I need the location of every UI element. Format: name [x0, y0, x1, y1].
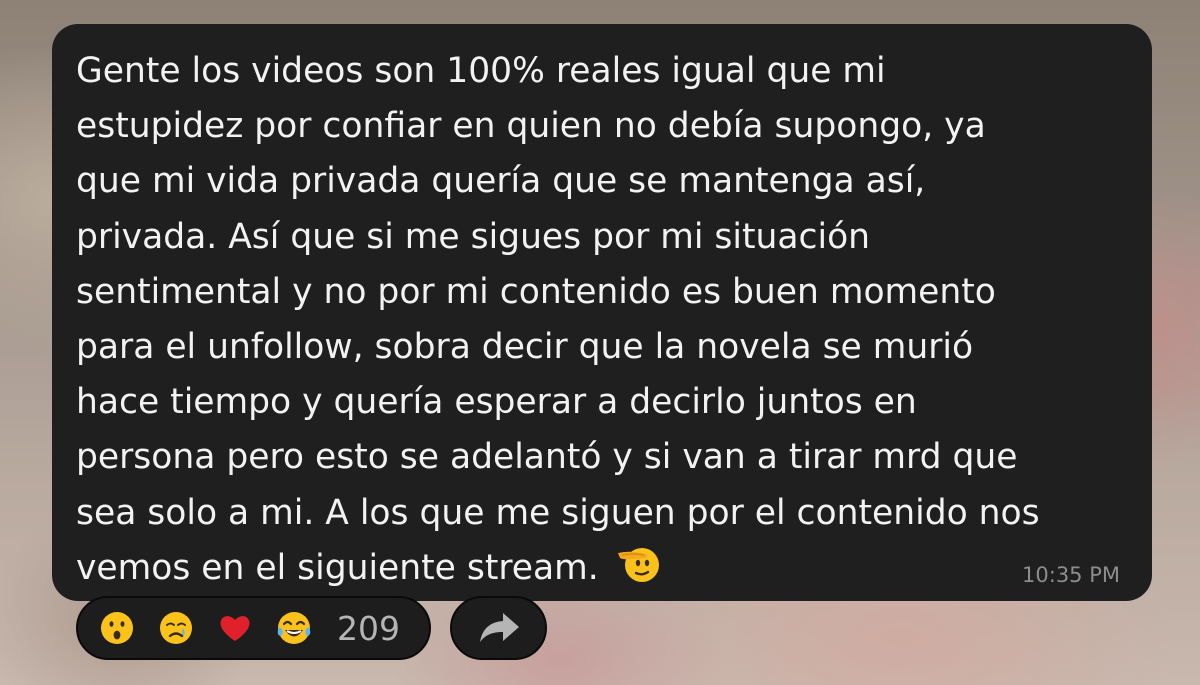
surprised-face-icon[interactable]: [98, 609, 136, 647]
tears-of-joy-icon[interactable]: [275, 609, 313, 647]
share-button[interactable]: [450, 596, 547, 660]
message-bubble[interactable]: Gente los videos son 100% reales igual q…: [52, 24, 1152, 601]
crying-face-icon[interactable]: [157, 609, 195, 647]
message-line: estupidez por confiar en quien no debía …: [76, 106, 986, 147]
message-line: privada. Así que si me sigues por mi sit…: [76, 216, 871, 257]
message-line: vemos en el siguiente stream.: [76, 547, 599, 588]
message-line: hace tiempo y quería esperar a decirlo j…: [76, 382, 917, 423]
reaction-count: 209: [337, 608, 400, 648]
share-arrow-icon: [479, 613, 519, 642]
message-timestamp: 10:35 PM: [1022, 563, 1120, 587]
message-line: que mi vida privada quería que se manten…: [76, 161, 926, 202]
saluting-face-icon: [616, 541, 660, 585]
red-heart-icon[interactable]: [216, 609, 254, 647]
message-line: persona pero esto se adelantó y si van a…: [76, 437, 1018, 478]
message-line: sea solo a mi. A los que me siguen por e…: [76, 492, 1040, 533]
message-line: sentimental y no por mi contenido es bue…: [76, 271, 996, 312]
message-line: para el unfollow, sobra decir que la nov…: [76, 327, 974, 368]
message-text: Gente los videos son 100% reales igual q…: [76, 44, 1112, 596]
message-line: Gente los videos son 100% reales igual q…: [76, 51, 886, 91]
reactions-bar[interactable]: 209: [76, 596, 431, 660]
